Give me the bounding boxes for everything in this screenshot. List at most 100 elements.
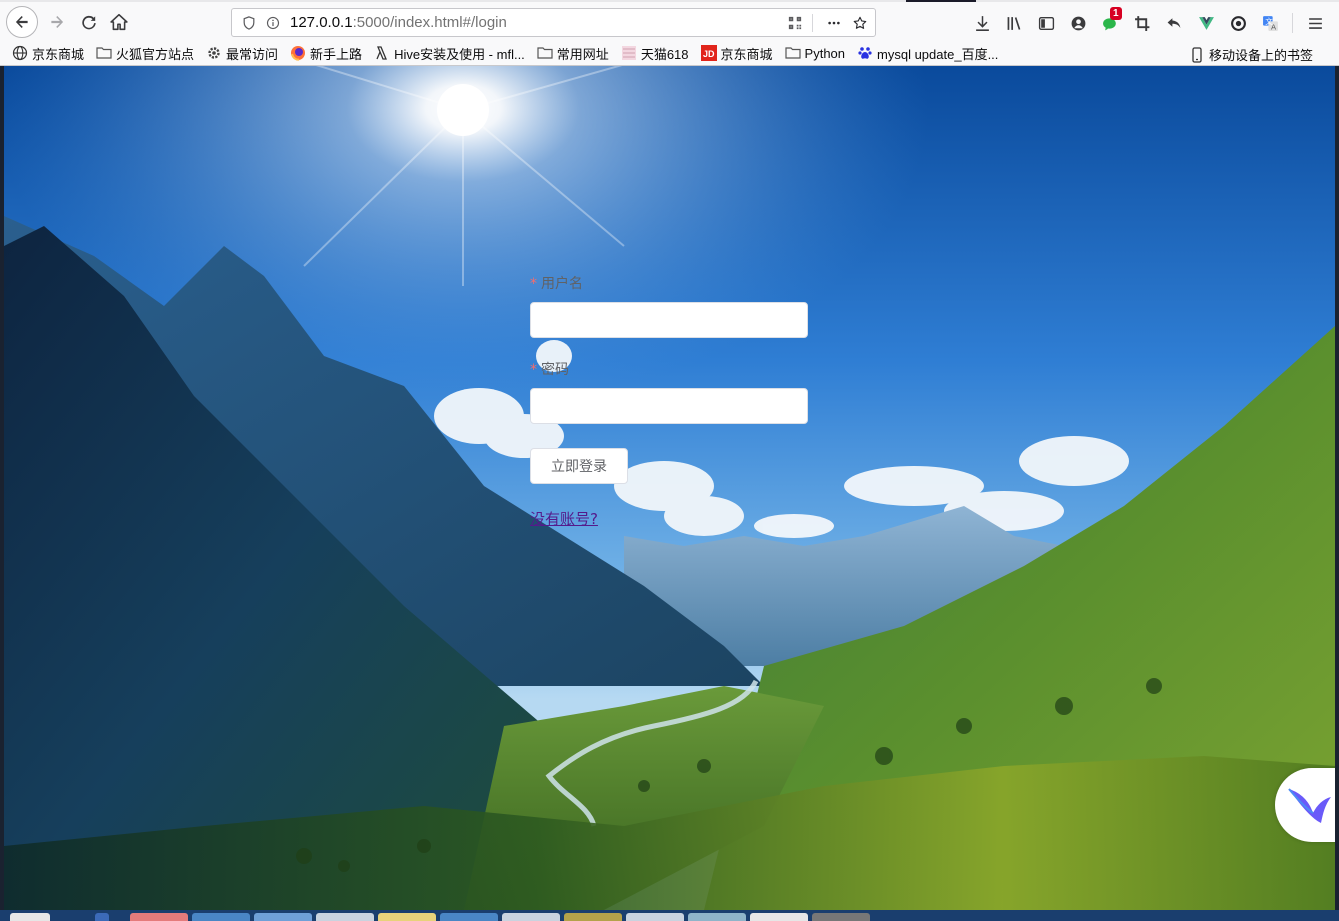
taskbar-app[interactable] <box>192 913 250 921</box>
qr-code-icon[interactable] <box>784 12 806 34</box>
taskbar-app[interactable] <box>130 913 188 921</box>
account-icon <box>1071 16 1085 30</box>
password-input[interactable] <box>530 388 808 424</box>
wechat-extension-button[interactable]: 1 <box>1094 7 1126 37</box>
required-asterisk: * <box>530 276 537 292</box>
library-icon <box>1007 16 1020 30</box>
bookmark-star-icon[interactable] <box>849 12 871 34</box>
globe-icon <box>12 45 28 61</box>
bookmark-item[interactable]: 天猫618 <box>621 44 689 63</box>
undo-close-tab-button[interactable] <box>1158 9 1190 37</box>
browser-chrome: 127.0.0.1:5000/index.html#/login 1 文 A 京… <box>0 0 1339 66</box>
folder-icon <box>537 45 553 61</box>
account-button[interactable] <box>1062 9 1094 37</box>
ring-icon <box>1230 15 1246 31</box>
taskbar-app[interactable] <box>812 913 870 921</box>
bookmark-item[interactable]: 最常访问 <box>206 44 278 63</box>
forward-button[interactable] <box>42 7 72 37</box>
navigation-toolbar: 127.0.0.1:5000/index.html#/login 1 文 A <box>0 3 1339 41</box>
translate-button[interactable]: 文A <box>1254 9 1286 37</box>
translate-icon: 文A <box>1262 16 1278 31</box>
taskbar-app[interactable] <box>95 913 109 921</box>
svg-text:JD: JD <box>703 49 715 59</box>
undo-icon <box>1167 17 1180 28</box>
login-submit-button[interactable]: 立即登录 <box>530 448 628 484</box>
tab-strip <box>0 0 1339 2</box>
home-button[interactable] <box>104 7 134 37</box>
page-actions-menu-icon[interactable] <box>823 12 845 34</box>
crop-icon <box>1134 15 1149 31</box>
page-viewport: * 用户名 * 密码 立即登录 没有账号? <box>4 66 1335 910</box>
url-host: 127.0.0.1 <box>290 14 353 31</box>
os-taskbar <box>0 910 1339 921</box>
password-form-item: * 密码 <box>530 360 810 424</box>
bookmark-label: 天猫618 <box>640 46 689 62</box>
hamburger-menu-icon <box>1308 17 1322 29</box>
bookmark-label: 常用网址 <box>556 46 609 62</box>
floating-assistant-button[interactable] <box>1275 768 1335 842</box>
username-label: * 用户名 <box>530 274 810 294</box>
taskbar-app[interactable] <box>316 913 374 921</box>
address-bar[interactable]: 127.0.0.1:5000/index.html#/login <box>231 8 876 37</box>
back-button[interactable] <box>6 6 38 38</box>
url-separator <box>812 13 813 32</box>
bookmark-label: 最常访问 <box>226 46 279 62</box>
bookmark-item[interactable]: mysql update_百度... <box>857 44 998 63</box>
url-text[interactable]: 127.0.0.1:5000/index.html#/login <box>290 14 780 31</box>
extension-ring-button[interactable] <box>1222 9 1254 37</box>
taskbar-app[interactable] <box>254 913 312 921</box>
taskbar-app[interactable] <box>688 913 746 921</box>
bookmark-label: 火狐官方站点 <box>116 46 195 62</box>
bookmark-item[interactable]: 火狐官方站点 <box>96 44 194 63</box>
sidebar-button[interactable] <box>1030 9 1062 37</box>
active-tab-indicator <box>906 0 976 2</box>
bookmark-item[interactable]: Hive安装及使用 - mfl... <box>374 44 525 63</box>
download-icon <box>975 15 989 31</box>
bookmark-item[interactable]: JD 京东商城 <box>700 44 773 63</box>
mobile-bookmarks-folder[interactable]: 移动设备上的书签 <box>1189 45 1313 64</box>
taskbar-app[interactable] <box>378 913 436 921</box>
folder-icon <box>784 45 801 61</box>
password-label: * 密码 <box>530 360 810 380</box>
reload-button[interactable] <box>74 7 104 37</box>
taskbar-app[interactable] <box>564 913 622 921</box>
toolbar-separator <box>1292 13 1293 33</box>
baidu-icon <box>857 45 873 61</box>
taskbar-app[interactable] <box>626 913 684 921</box>
bookmark-label: 京东商城 <box>32 46 85 62</box>
bookmark-label: 新手上路 <box>310 46 363 62</box>
sidebar-icon <box>1038 16 1054 30</box>
bookmark-label: mysql update_百度... <box>877 46 999 62</box>
notification-badge: 1 <box>1110 7 1122 20</box>
jd-icon: JD <box>700 45 717 61</box>
bookmark-item[interactable]: 常用网址 <box>537 44 609 63</box>
arrow-left-icon <box>15 16 28 28</box>
taskbar-app[interactable] <box>440 913 498 921</box>
taskbar-app[interactable] <box>502 913 560 921</box>
downloads-button[interactable] <box>966 9 998 37</box>
required-asterisk: * <box>530 362 537 378</box>
username-input[interactable] <box>530 302 808 338</box>
folder-icon <box>96 45 112 61</box>
library-button[interactable] <box>998 9 1030 37</box>
taskbar-start[interactable] <box>10 913 50 921</box>
bookmark-label: Python <box>804 45 846 61</box>
home-icon <box>110 13 128 31</box>
username-form-item: * 用户名 <box>530 274 810 338</box>
bookmark-item[interactable]: Python <box>784 45 846 61</box>
mobile-icon <box>1189 46 1205 63</box>
bookmarks-toolbar: 京东商城 火狐官方站点 最常访问 新手上路 Hive安装及使用 - mfl... 常用网址… <box>0 41 1339 65</box>
bookmark-item[interactable]: 新手上路 <box>290 44 362 63</box>
site-info-icon[interactable] <box>262 12 284 34</box>
bookmark-item[interactable]: 京东商城 <box>12 44 84 63</box>
tracking-shield-icon[interactable] <box>238 12 260 34</box>
taskbar-app[interactable] <box>750 913 808 921</box>
main-menu-button[interactable] <box>1299 9 1331 37</box>
tmall-icon <box>621 45 637 61</box>
vue-devtools-button[interactable] <box>1190 9 1222 37</box>
register-link[interactable]: 没有账号? <box>530 508 598 529</box>
password-label-text: 密码 <box>541 362 569 378</box>
login-form: * 用户名 * 密码 立即登录 没有账号? <box>530 274 810 529</box>
window-right-edge <box>1335 66 1339 910</box>
screenshot-button[interactable] <box>1126 9 1158 37</box>
